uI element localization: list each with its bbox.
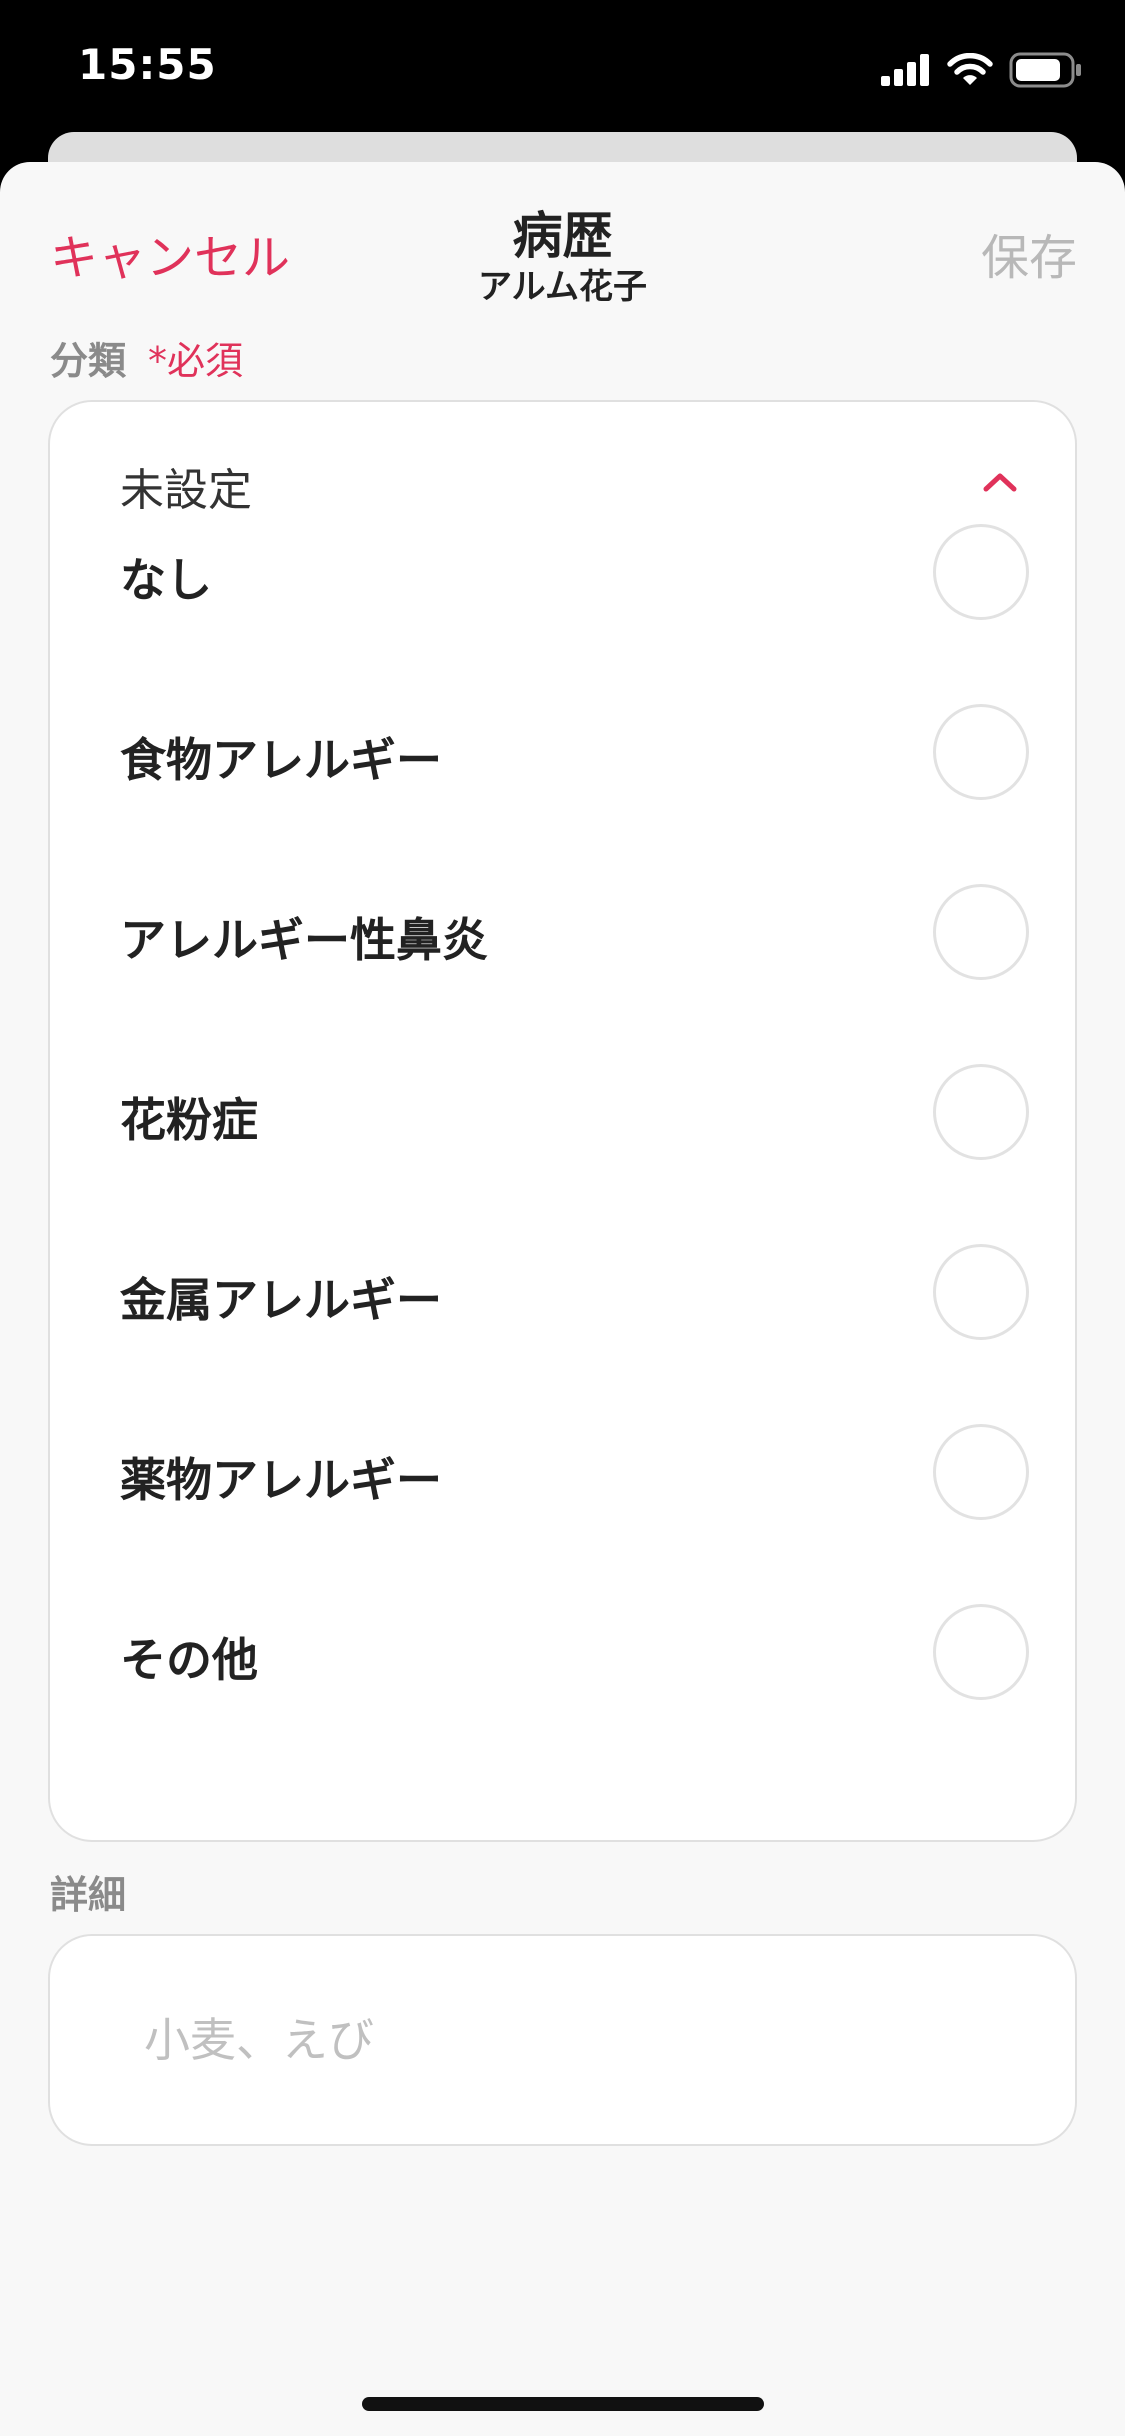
category-field-label: 分類 *必須 (50, 330, 243, 385)
category-label: 分類 (50, 339, 127, 383)
radio-button[interactable] (933, 1244, 1029, 1340)
option-label: 食物アレルギー (120, 733, 442, 787)
option-label: なし (120, 553, 212, 607)
option-hay-fever[interactable]: 花粉症 (50, 1022, 1075, 1202)
radio-button[interactable] (933, 1064, 1029, 1160)
radio-button[interactable] (933, 1604, 1029, 1700)
category-dropdown: 未設定 なし 食物アレルギー アレルギー性鼻炎 花粉症 金属アレルギー 薬物アレ… (48, 400, 1077, 1842)
option-drug-allergy[interactable]: 薬物アレルギー (50, 1382, 1075, 1562)
status-icons (881, 50, 1083, 90)
option-none[interactable]: なし (50, 482, 1075, 662)
page-title: 病歴 (512, 207, 613, 265)
option-label: 花粉症 (120, 1093, 258, 1147)
option-allergic-rhinitis[interactable]: アレルギー性鼻炎 (50, 842, 1075, 1022)
option-label: 金属アレルギー (120, 1273, 442, 1327)
option-label: 薬物アレルギー (120, 1453, 442, 1507)
wifi-icon (947, 53, 993, 85)
radio-button[interactable] (933, 524, 1029, 620)
cellular-signal-icon (881, 54, 929, 86)
save-button[interactable]: 保存 (981, 218, 1077, 288)
option-label: その他 (120, 1633, 258, 1687)
detail-input[interactable] (50, 1936, 1075, 2144)
option-metal-allergy[interactable]: 金属アレルギー (50, 1202, 1075, 1382)
radio-button[interactable] (933, 884, 1029, 980)
radio-button[interactable] (933, 704, 1029, 800)
status-bar: 15:55 (0, 0, 1125, 135)
required-badge: *必須 (148, 339, 244, 383)
status-time: 15:55 (78, 40, 217, 89)
option-label: アレルギー性鼻炎 (120, 913, 488, 967)
home-indicator[interactable] (362, 2397, 764, 2411)
option-food-allergy[interactable]: 食物アレルギー (50, 662, 1075, 842)
option-other[interactable]: その他 (50, 1562, 1075, 1742)
modal-sheet: キャンセル 病歴 アルム花子 保存 分類 *必須 未設定 なし 食物アレルギー ア… (0, 162, 1125, 2436)
detail-field-label: 詳細 (50, 1873, 127, 1917)
radio-button[interactable] (933, 1424, 1029, 1520)
battery-icon (1009, 52, 1081, 88)
detail-field (48, 1934, 1077, 2146)
page-subtitle: アルム花子 (478, 267, 647, 307)
